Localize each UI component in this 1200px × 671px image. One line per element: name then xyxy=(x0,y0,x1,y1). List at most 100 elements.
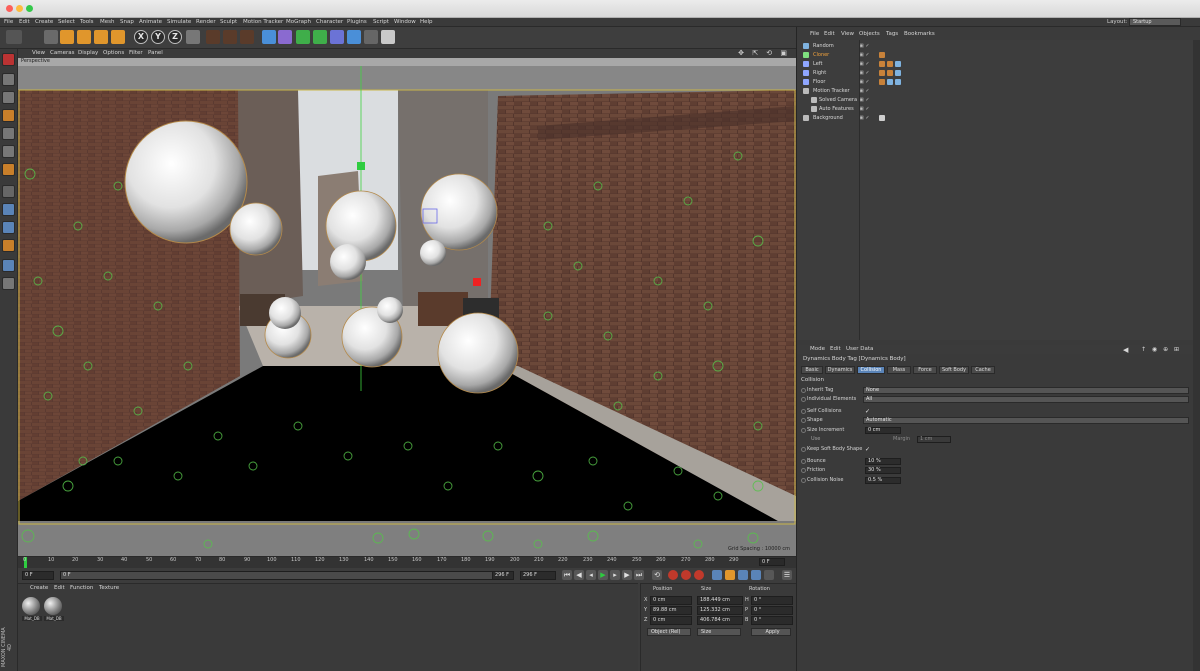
menu-animate[interactable]: Animate xyxy=(139,19,162,25)
object-row-background[interactable]: Background ▣ ✓ xyxy=(797,114,1193,123)
animate-dot[interactable] xyxy=(801,409,806,414)
tab-collision[interactable]: Collision xyxy=(857,366,885,374)
om-menu-file[interactable]: File xyxy=(810,31,819,37)
subdivision-icon[interactable] xyxy=(296,30,310,44)
y-axis-lock-button[interactable]: Y xyxy=(151,30,165,44)
z-axis-lock-button[interactable]: Z xyxy=(168,30,182,44)
tab-basic[interactable]: Basic xyxy=(801,366,823,374)
self-collisions-checkbox[interactable]: ✓ xyxy=(865,408,870,415)
visibility-flags[interactable]: ▣ ✓ xyxy=(859,88,870,94)
inherit-tag-select[interactable]: None xyxy=(863,387,1189,394)
recent-tool-icon[interactable] xyxy=(111,30,125,44)
camera-icon[interactable] xyxy=(364,30,378,44)
dynamics-tag-icon[interactable] xyxy=(879,52,885,58)
parameter-key-icon[interactable] xyxy=(751,570,761,580)
om-menu-edit[interactable]: Edit xyxy=(824,31,835,37)
tab-force[interactable]: Force xyxy=(913,366,937,374)
tab-dynamics[interactable]: Dynamics xyxy=(825,366,855,374)
visibility-flags[interactable]: ▣ ✓ xyxy=(859,97,870,103)
menu-script[interactable]: Script xyxy=(373,19,389,25)
material-swatch[interactable]: Mat_DB xyxy=(44,597,64,623)
menu-create[interactable]: Create xyxy=(35,19,53,25)
model-mode-icon[interactable] xyxy=(2,73,15,86)
menu-motion-tracker[interactable]: Motion Tracker xyxy=(243,19,283,25)
viewport-menu-view[interactable]: View xyxy=(32,50,45,56)
viewport-nav-icons[interactable]: ✥ ⇱ ⟲ ▣ xyxy=(738,49,790,57)
menu-select[interactable]: Select xyxy=(58,19,75,25)
menu-snap[interactable]: Snap xyxy=(120,19,134,25)
points-mode-icon[interactable] xyxy=(2,127,15,140)
viewport-menu-options[interactable]: Options xyxy=(103,50,124,56)
om-menu-view[interactable]: View xyxy=(841,31,854,37)
render-view-icon[interactable] xyxy=(206,30,220,44)
visibility-flags[interactable]: ▣ ✓ xyxy=(859,70,870,76)
am-nav-icons[interactable]: ↑ ◉ ⊕ ⊞ xyxy=(1141,346,1181,353)
go-to-end-icon[interactable]: ⏭ xyxy=(634,570,644,580)
visibility-flags[interactable]: ▣ ✓ xyxy=(859,79,870,85)
loop-icon[interactable]: ⟲ xyxy=(652,570,662,580)
minimize-window-button[interactable] xyxy=(16,5,23,12)
close-window-button[interactable] xyxy=(6,5,13,12)
rotate-tool-icon[interactable] xyxy=(94,30,108,44)
move-tool-icon[interactable] xyxy=(60,30,74,44)
compositing-tag-icon[interactable] xyxy=(887,70,893,76)
collider-tag-icon[interactable] xyxy=(879,70,885,76)
object-row-random[interactable]: Random ▣ ✓ xyxy=(797,42,1193,51)
compositing-tag-icon[interactable] xyxy=(887,61,893,67)
visibility-flags[interactable]: ▣ ✓ xyxy=(859,106,870,112)
am-menu-mode[interactable]: Mode xyxy=(810,346,825,352)
texture-tag-icon[interactable] xyxy=(895,70,901,76)
collider-tag-icon[interactable] xyxy=(879,61,885,67)
scale-tool-icon[interactable] xyxy=(77,30,91,44)
animate-dot[interactable] xyxy=(801,428,806,433)
material-menu-edit[interactable]: Edit xyxy=(54,585,65,591)
layout-select[interactable]: Startup xyxy=(1129,18,1181,26)
x-axis-lock-button[interactable]: X xyxy=(134,30,148,44)
material-menu-create[interactable]: Create xyxy=(30,585,48,591)
keep-soft-body-checkbox[interactable]: ✓ xyxy=(865,446,870,453)
viewport-menu-display[interactable]: Display xyxy=(78,50,98,56)
animate-dot[interactable] xyxy=(801,397,806,402)
animate-dot[interactable] xyxy=(801,478,806,483)
menu-plugins[interactable]: Plugins xyxy=(347,19,367,25)
make-editable-icon[interactable] xyxy=(2,53,15,66)
visibility-flags[interactable]: ▣ ✓ xyxy=(859,52,870,58)
rotation-key-icon[interactable] xyxy=(738,570,748,580)
position-y-field[interactable]: 89.88 cm xyxy=(650,606,692,615)
previous-frame-icon[interactable]: ◂ xyxy=(586,570,596,580)
start-frame-field[interactable]: 0 F xyxy=(22,571,54,580)
object-row-floor[interactable]: Floor ▣ ✓ xyxy=(797,78,1193,87)
animate-dot[interactable] xyxy=(801,418,806,423)
object-row-right[interactable]: Right ▣ ✓ xyxy=(797,69,1193,78)
rotation-b-field[interactable]: 0 ° xyxy=(751,616,793,625)
light-icon[interactable] xyxy=(381,30,395,44)
cube-icon[interactable] xyxy=(262,30,276,44)
visibility-flags[interactable]: ▣ ✓ xyxy=(859,43,870,49)
viewport-menu-cameras[interactable]: Cameras xyxy=(50,50,74,56)
material-tag-icon[interactable] xyxy=(879,115,885,121)
go-to-start-icon[interactable]: ⏮ xyxy=(562,570,572,580)
position-x-field[interactable]: 0 cm xyxy=(650,596,692,605)
am-menu-edit[interactable]: Edit xyxy=(830,346,841,352)
panel-tab-strip[interactable] xyxy=(1193,40,1200,671)
play-icon[interactable]: ▶ xyxy=(598,570,608,580)
cloner-icon[interactable] xyxy=(313,30,327,44)
visibility-flags[interactable]: ▣ ✓ xyxy=(859,61,870,67)
position-key-icon[interactable] xyxy=(712,570,722,580)
enable-axis-icon[interactable] xyxy=(2,185,15,198)
om-menu-bookmarks[interactable]: Bookmarks xyxy=(904,31,935,37)
animate-dot[interactable] xyxy=(801,459,806,464)
menu-render[interactable]: Render xyxy=(196,19,216,25)
animate-dot[interactable] xyxy=(801,388,806,393)
margin-field[interactable]: 1 cm xyxy=(917,436,951,443)
texture-mode-icon[interactable] xyxy=(2,91,15,104)
individual-elements-select[interactable]: All xyxy=(863,396,1189,403)
deformer-icon[interactable] xyxy=(330,30,344,44)
menu-tools[interactable]: Tools xyxy=(80,19,94,25)
workplane-icon[interactable] xyxy=(2,109,15,122)
visibility-flags[interactable]: ▣ ✓ xyxy=(859,115,870,121)
object-row-solved-camera[interactable]: Solved Camera ▣ ✓ xyxy=(797,96,1193,105)
size-increment-field[interactable]: 0 cm xyxy=(865,427,901,434)
tab-soft-body[interactable]: Soft Body xyxy=(939,366,969,374)
menu-window[interactable]: Window xyxy=(394,19,416,25)
